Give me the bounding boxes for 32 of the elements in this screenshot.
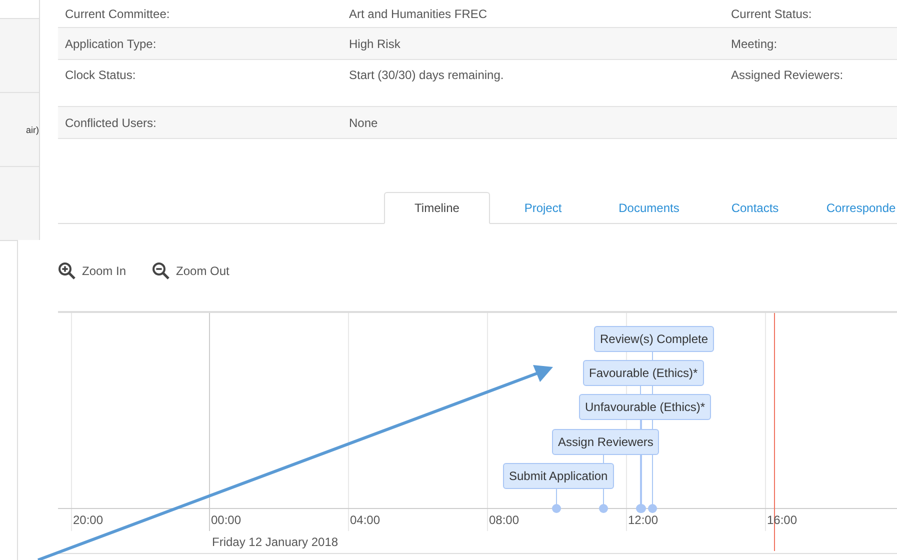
time-label: 04:00 xyxy=(350,513,380,527)
field-label: Conflicted Users: xyxy=(65,116,158,130)
field-value: None xyxy=(349,116,379,130)
zoom-out-icon xyxy=(152,262,170,280)
field-label: Application Type: xyxy=(65,36,158,50)
time-label: 00:00 xyxy=(211,513,242,527)
field-label: Meeting: xyxy=(731,36,778,50)
field-label: Current Status: xyxy=(731,6,813,20)
sidebar-text: air) xyxy=(26,124,39,134)
field-label: Assigned Reviewers: xyxy=(731,68,844,82)
event-label[interactable]: Review(s) Complete xyxy=(594,326,714,352)
field-label: Current Committee: xyxy=(65,6,171,20)
zoom-out-button[interactable]: Zoom Out xyxy=(152,262,230,280)
time-label: 20:00 xyxy=(73,513,104,527)
event-dot[interactable] xyxy=(552,504,561,513)
tab[interactable]: Timeline xyxy=(384,192,490,224)
zoom-in-icon xyxy=(58,262,76,280)
event-label[interactable]: Favourable (Ethics)* xyxy=(583,360,704,386)
event-dot[interactable] xyxy=(599,504,608,513)
event-label[interactable]: Submit Application xyxy=(503,463,614,489)
zoom-in-button[interactable]: Zoom In xyxy=(58,262,126,280)
event-dot[interactable] xyxy=(637,504,646,513)
field-label: Clock Status: xyxy=(65,68,137,82)
date-label: Friday 12 January 2018 xyxy=(212,535,338,549)
field-value: Art and Humanities FREC xyxy=(349,6,488,20)
time-label: 12:00 xyxy=(628,513,658,527)
event-label[interactable]: Unfavourable (Ethics)* xyxy=(579,394,712,420)
field-value: Start (30/30) days remaining. xyxy=(349,68,505,82)
event-label[interactable]: Assign Reviewers xyxy=(552,429,660,455)
event-dot[interactable] xyxy=(648,504,657,513)
time-label: 08:00 xyxy=(489,513,520,527)
field-value: High Risk xyxy=(349,36,402,50)
